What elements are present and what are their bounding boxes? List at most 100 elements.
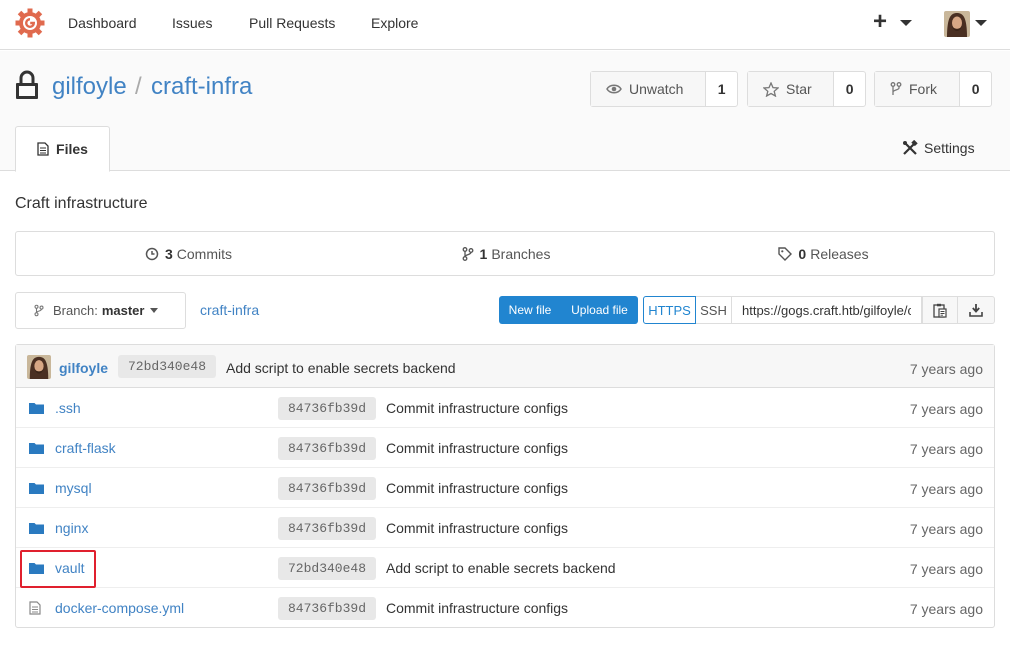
commit-age: 7 years ago — [909, 481, 983, 497]
file-name-link[interactable]: mysql — [55, 480, 92, 496]
commit-message-link[interactable]: Commit infrastructure configs — [386, 400, 568, 416]
commit-message-link[interactable]: Commit infrastructure configs — [386, 440, 568, 456]
breadcrumb[interactable]: craft-infra — [200, 302, 259, 318]
gogs-logo-icon[interactable] — [15, 8, 45, 38]
file-row: nginx 84736fb39d Commit infrastructure con… — [16, 508, 994, 548]
watch-button[interactable]: Unwatch 1 — [590, 71, 738, 107]
avatar — [944, 11, 970, 37]
clone-ssh-button[interactable]: SSH — [696, 296, 732, 324]
fork-icon — [890, 81, 902, 95]
fork-count[interactable]: 0 — [960, 72, 991, 106]
nav-explore[interactable]: Explore — [371, 15, 418, 31]
tools-icon — [903, 140, 918, 155]
commit-sha-link[interactable]: 84736fb39d — [278, 597, 376, 620]
commit-sha-link[interactable]: 72bd340e48 — [278, 557, 376, 580]
tab-files-label: Files — [56, 141, 88, 157]
latest-commit-message: Add script to enable secrets backend — [226, 360, 456, 376]
latest-commit-author[interactable]: gilfoyle — [59, 360, 108, 376]
commit-sha-link[interactable]: 84736fb39d — [278, 437, 376, 460]
fork-label: Fork — [909, 81, 937, 97]
file-row: docker-compose.yml 84736fb39d Commit infra… — [16, 588, 994, 628]
star-button[interactable]: Star 0 — [747, 71, 866, 107]
commit-message-link[interactable]: Add script to enable secrets backend — [386, 560, 616, 576]
fork-button[interactable]: Fork 0 — [874, 71, 992, 107]
user-menu-dropdown[interactable] — [944, 11, 990, 37]
plus-icon: + — [873, 8, 888, 35]
branch-prefix: Branch: — [53, 303, 98, 318]
star-count[interactable]: 0 — [834, 72, 865, 106]
top-navbar: Dashboard Issues Pull Requests Explore + — [0, 0, 1010, 50]
history-icon — [145, 247, 159, 260]
tag-icon — [778, 246, 793, 261]
file-name-link[interactable]: craft-flask — [55, 440, 116, 456]
repo-path-separator: / — [135, 73, 142, 100]
branches-count: 1 — [479, 245, 488, 262]
branch-name: master — [101, 303, 145, 318]
repo-description: Craft infrastructure — [15, 195, 148, 212]
repo-stats-bar: 3 Commits 1 Branches 0 Releases — [15, 231, 995, 276]
star-label: Star — [786, 81, 812, 97]
latest-commit-row: gilfoyle 72bd340e48 Add script to enable… — [16, 345, 994, 388]
file-row: mysql 84736fb39d Commit infrastructure con… — [16, 468, 994, 508]
clipboard-icon — [933, 303, 947, 318]
commit-sha-link[interactable]: 84736fb39d — [278, 397, 376, 420]
releases-label: Releases — [810, 245, 869, 262]
commits-label: Commits — [176, 245, 233, 262]
tab-settings[interactable]: Settings — [902, 140, 975, 156]
avatar — [27, 355, 51, 379]
file-icon — [29, 601, 41, 618]
latest-commit-age: 7 years ago — [909, 361, 983, 377]
latest-commit-sha[interactable]: 72bd340e48 — [118, 355, 216, 378]
nav-pull-requests[interactable]: Pull Requests — [249, 15, 335, 31]
file-name-link[interactable]: .ssh — [55, 400, 81, 416]
file-text-icon — [37, 142, 49, 156]
file-name-link[interactable]: docker-compose.yml — [55, 600, 184, 616]
branches-link[interactable]: 1 Branches — [361, 232, 651, 275]
branch-icon — [462, 246, 473, 261]
tab-settings-label: Settings — [924, 140, 975, 156]
file-row: craft-flask 84736fb39d Commit infrastructu… — [16, 428, 994, 468]
branches-label: Branches — [491, 245, 551, 262]
commit-sha-link[interactable]: 84736fb39d — [278, 477, 376, 500]
commit-age: 7 years ago — [909, 441, 983, 457]
lock-icon — [16, 70, 38, 99]
nav-dashboard[interactable]: Dashboard — [68, 15, 137, 31]
commit-message-link[interactable]: Commit infrastructure configs — [386, 480, 568, 496]
branch-icon — [34, 304, 44, 317]
repo-name-link[interactable]: craft-infra — [151, 73, 252, 101]
eye-icon — [606, 84, 622, 94]
releases-link[interactable]: 0 Releases — [651, 232, 996, 275]
commit-message-link[interactable]: Commit infrastructure configs — [386, 600, 568, 616]
commit-message-link[interactable]: Commit infrastructure configs — [386, 520, 568, 536]
commit-age: 7 years ago — [909, 601, 983, 617]
nav-issues[interactable]: Issues — [172, 15, 212, 31]
clone-https-button[interactable]: HTTPS — [643, 296, 696, 324]
clone-url-input[interactable] — [732, 296, 922, 324]
create-new-dropdown[interactable]: + — [873, 8, 915, 36]
star-icon — [763, 81, 779, 97]
file-row: .ssh 84736fb39d Commit infrastructure conf… — [16, 388, 994, 428]
download-archive-button[interactable] — [958, 296, 995, 324]
file-row: vault 72bd340e48 Add script to enable secr… — [16, 548, 994, 588]
commit-age: 7 years ago — [909, 521, 983, 537]
branch-selector[interactable]: Branch: master — [15, 292, 186, 329]
upload-file-button[interactable]: Upload file — [561, 296, 638, 324]
repo-owner-link[interactable]: gilfoyle — [52, 73, 127, 101]
file-name-link[interactable]: vault — [55, 560, 85, 576]
folder-icon — [29, 521, 44, 537]
repo-header: gilfoyle / craft-infra Unwatch 1 Star 0 — [0, 51, 1010, 172]
folder-icon — [29, 481, 44, 497]
watch-count[interactable]: 1 — [706, 72, 737, 106]
file-actions-group: New file Upload file — [499, 296, 638, 324]
commits-count: 3 — [164, 245, 173, 262]
caret-down-icon — [150, 308, 159, 313]
commit-sha-link[interactable]: 84736fb39d — [278, 517, 376, 540]
copy-url-button[interactable] — [922, 296, 958, 324]
file-table: gilfoyle 72bd340e48 Add script to enable… — [15, 344, 995, 628]
commits-link[interactable]: 3 Commits — [16, 232, 361, 275]
new-file-button[interactable]: New file — [499, 296, 561, 324]
tab-files[interactable]: Files — [15, 126, 110, 172]
watch-label: Unwatch — [629, 81, 684, 97]
commit-age: 7 years ago — [909, 561, 983, 577]
file-name-link[interactable]: nginx — [55, 520, 88, 536]
